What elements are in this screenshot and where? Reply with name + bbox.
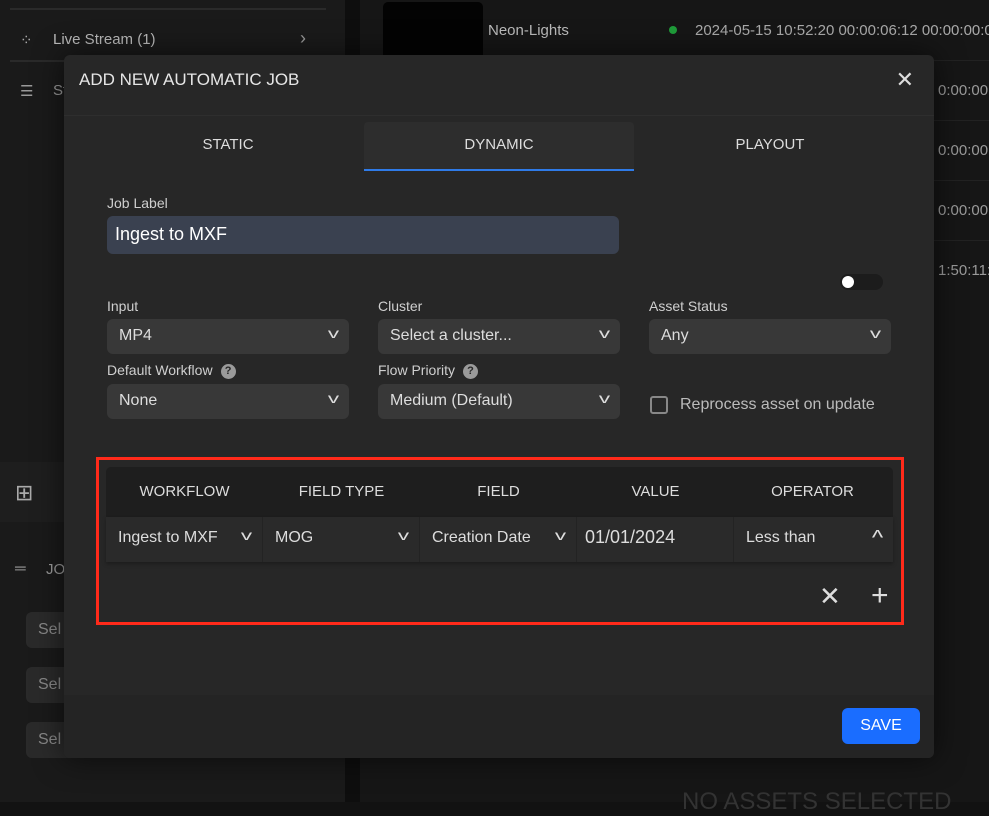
status-dot — [669, 26, 677, 34]
asset-status-label: Asset Status — [649, 298, 728, 314]
asset-thumbnail[interactable] — [383, 2, 483, 60]
asset-details: 2024-05-15 10:52:20 00:00:06:12 00:00:00… — [695, 22, 989, 39]
chevron-down-icon: v — [327, 325, 340, 341]
asset-status-select[interactable]: Any v — [649, 319, 891, 354]
asset-status-value: Any — [661, 327, 689, 344]
default-workflow-value: None — [119, 392, 158, 409]
add-queue-icon[interactable]: ⊞ — [15, 480, 33, 506]
flow-priority-label: Flow Priority? — [378, 362, 479, 379]
dialog-footer: SAVE — [64, 695, 934, 758]
default-workflow-label: Default Workflow? — [107, 362, 236, 379]
value-input[interactable]: 01/01/2024 — [577, 517, 734, 562]
flow-priority-value: Medium (Default) — [390, 392, 513, 409]
tab-playout[interactable]: PLAYOUT — [635, 122, 905, 171]
menu-icon: ═ — [15, 560, 26, 577]
chevron-down-icon: v — [598, 325, 611, 341]
save-button[interactable]: SAVE — [842, 708, 920, 744]
help-icon[interactable]: ? — [220, 363, 236, 379]
col-operator: OPERATOR — [771, 483, 854, 500]
chevron-down-icon: v — [240, 527, 253, 543]
remove-row-icon[interactable]: ✕ — [819, 581, 841, 612]
cluster-select[interactable]: Select a cluster... v — [378, 319, 620, 354]
input-select[interactable]: MP4 v — [107, 319, 349, 354]
input-label: Input — [107, 298, 139, 314]
chevron-down-icon: v — [397, 527, 410, 543]
default-workflow-select[interactable]: None v — [107, 384, 349, 419]
col-field: FIELD — [477, 483, 520, 500]
reprocess-label: Reprocess asset on update — [680, 396, 875, 413]
add-job-dialog: ADD NEW AUTOMATIC JOB ✕ STATIC DYNAMIC P… — [64, 55, 934, 758]
input-value: MP4 — [119, 327, 152, 344]
cluster-label: Cluster — [378, 298, 423, 314]
col-field-type: FIELD TYPE — [298, 483, 385, 500]
field-type-select[interactable]: MOG v — [263, 517, 420, 562]
chevron-down-icon: v — [554, 527, 567, 543]
workflow-select[interactable]: Ingest to MXF v — [106, 517, 263, 562]
col-workflow: WORKFLOW — [139, 483, 230, 500]
chevron-up-icon: v — [871, 527, 884, 543]
close-icon[interactable]: ✕ — [896, 67, 914, 93]
job-label-input[interactable]: Ingest to MXF — [107, 216, 619, 254]
flow-priority-select[interactable]: Medium (Default) v — [378, 384, 620, 419]
add-row-icon[interactable]: + — [871, 579, 889, 613]
table-row: Ingest to MXF v MOG v Creation Date v 01/01… — [106, 517, 893, 562]
job-label-label: Job Label — [107, 195, 168, 211]
chevron-right-icon[interactable]: › — [300, 28, 306, 49]
operator-select[interactable]: Less than v — [734, 517, 893, 562]
asset-time: 1:50:11:0 — [938, 262, 989, 279]
conditions-table-header: WORKFLOW FIELD TYPE FIELD VALUE OPERATOR — [106, 467, 893, 517]
jobs-heading: JO — [46, 561, 66, 578]
asset-time: 0:00:00:0 — [938, 202, 989, 219]
col-value: VALUE — [631, 483, 680, 500]
toggle-switch[interactable] — [840, 274, 883, 290]
tab-dynamic[interactable]: DYNAMIC — [364, 122, 634, 171]
asset-time: 0:00:00:0 — [938, 82, 989, 99]
asset-time: 0:00:00:0 — [938, 142, 989, 159]
empty-state-text: NO ASSETS SELECTED — [682, 788, 952, 815]
tab-static[interactable]: STATIC — [93, 122, 363, 171]
chevron-down-icon: v — [598, 390, 611, 406]
storage-icon: ☰ — [20, 83, 34, 100]
chevron-down-icon: v — [327, 390, 340, 406]
chevron-down-icon: v — [869, 325, 882, 341]
sidebar-item-live-stream[interactable]: Live Stream (1) — [53, 31, 156, 48]
reprocess-checkbox[interactable] — [650, 396, 668, 414]
divider — [10, 8, 326, 10]
help-icon[interactable]: ? — [463, 363, 479, 379]
dialog-title: ADD NEW AUTOMATIC JOB — [79, 70, 300, 89]
asset-name[interactable]: Neon-Lights — [488, 22, 569, 39]
cluster-value: Select a cluster... — [390, 327, 512, 344]
live-stream-icon: ⁘ — [20, 32, 33, 49]
field-select[interactable]: Creation Date v — [420, 517, 577, 562]
